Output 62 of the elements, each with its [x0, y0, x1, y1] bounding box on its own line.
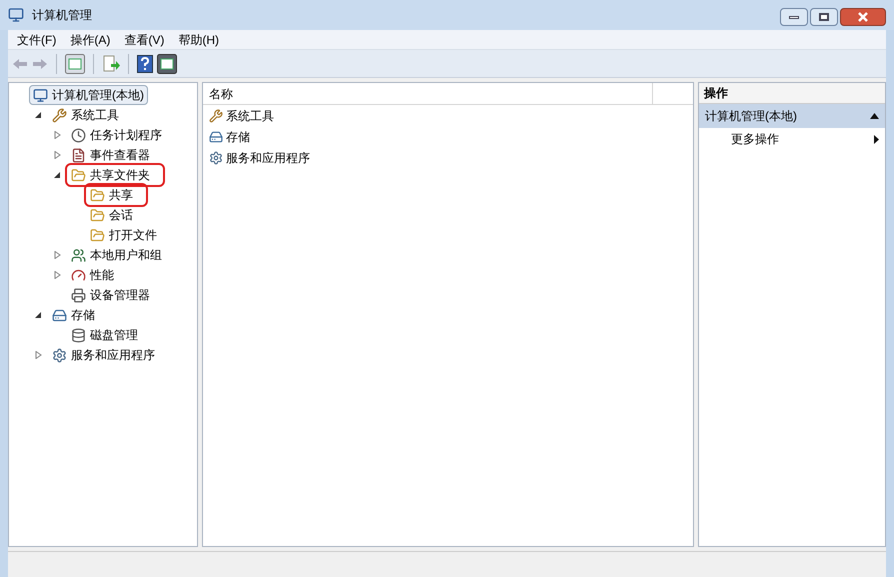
clock-icon: [71, 128, 86, 142]
folder-icon: [90, 188, 105, 202]
menu-item[interactable]: 文件(F): [12, 30, 62, 48]
help-icon[interactable]: [137, 54, 153, 72]
list-row[interactable]: 存储: [203, 126, 693, 147]
folder-icon: [71, 168, 86, 182]
tree-item[interactable]: 系统工具: [48, 105, 123, 125]
column-header[interactable]: 名称: [203, 83, 653, 104]
minimize-button[interactable]: [780, 8, 808, 26]
collapse-caret-icon: [870, 113, 879, 119]
maximize-button[interactable]: [810, 8, 838, 26]
collapsed-arrow-icon[interactable]: [54, 151, 60, 159]
services-icon: [209, 150, 223, 164]
drive-icon: [52, 308, 67, 322]
collapsed-arrow-icon[interactable]: [54, 271, 60, 279]
expanded-arrow-icon[interactable]: [34, 111, 42, 119]
action-pane-icon[interactable]: [157, 54, 177, 74]
tree-item[interactable]: 事件查看器: [67, 145, 154, 165]
tree-item[interactable]: 共享: [86, 185, 146, 205]
tree-item[interactable]: 任务计划程序: [67, 125, 166, 145]
menu-item[interactable]: 查看(V): [119, 30, 170, 48]
submenu-caret-icon: [874, 134, 879, 144]
close-button[interactable]: [840, 8, 886, 26]
expanded-arrow-icon[interactable]: [34, 311, 42, 319]
action-item[interactable]: 更多操作: [699, 128, 885, 150]
tools-icon: [209, 108, 223, 122]
collapsed-arrow-icon[interactable]: [34, 351, 42, 359]
drive-icon: [209, 130, 223, 144]
tree-item[interactable]: 服务和应用程序: [48, 345, 159, 365]
services-icon: [52, 348, 67, 362]
tree-item[interactable]: 会话: [86, 205, 137, 225]
actions-section[interactable]: 计算机管理(本地): [699, 104, 885, 128]
menu-item[interactable]: 帮助(H): [173, 30, 224, 48]
tree-item[interactable]: 共享文件夹: [67, 165, 163, 185]
tools-icon: [52, 108, 67, 122]
computer-icon: [33, 88, 48, 102]
computer-icon: [8, 7, 24, 23]
folder-icon: [90, 228, 105, 242]
expanded-arrow-icon[interactable]: [54, 171, 60, 179]
disk-icon: [71, 328, 86, 342]
tree-item[interactable]: 打开文件: [86, 225, 161, 245]
tree-item[interactable]: 磁盘管理: [67, 325, 142, 345]
device-icon: [71, 288, 86, 302]
users-icon: [71, 248, 86, 262]
collapsed-arrow-icon[interactable]: [54, 251, 60, 259]
tree-item[interactable]: 存储: [48, 305, 99, 325]
pane-toggle-icon[interactable]: [65, 54, 85, 74]
folder-icon: [90, 208, 105, 222]
log-icon: [71, 148, 86, 162]
collapsed-arrow-icon[interactable]: [54, 131, 60, 139]
close-icon: [858, 12, 868, 22]
tree-item[interactable]: 设备管理器: [67, 285, 154, 305]
list-row[interactable]: 服务和应用程序: [203, 147, 693, 168]
tree-item[interactable]: 本地用户和组: [67, 245, 166, 265]
window-title: 计算机管理: [32, 7, 93, 24]
list-row[interactable]: 系统工具: [203, 105, 693, 126]
actions-header: 操作: [699, 83, 885, 104]
tree-item[interactable]: 性能: [67, 265, 118, 285]
export-list-icon[interactable]: [102, 54, 120, 72]
tree-item[interactable]: 计算机管理(本地): [29, 85, 148, 105]
menu-item[interactable]: 操作(A): [65, 30, 116, 48]
gauge-icon: [71, 268, 86, 282]
